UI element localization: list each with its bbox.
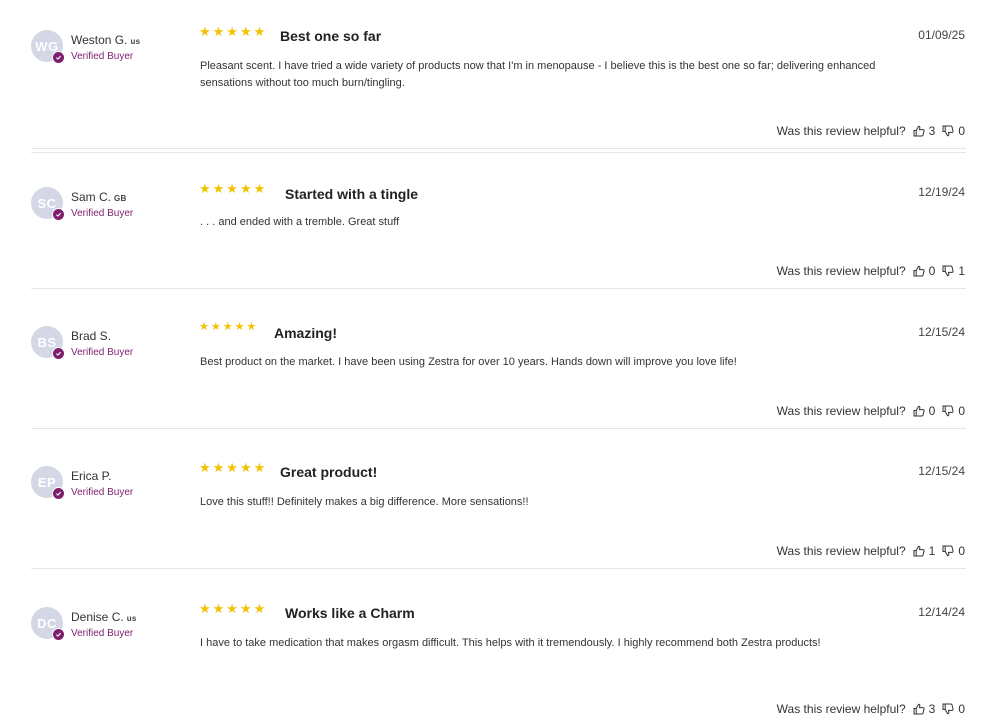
thumbs-down-icon[interactable] xyxy=(942,125,954,137)
review-body: Love this stuff!! Definitely makes a big… xyxy=(200,496,529,508)
review-card: SC Sam C. GB Verified Buyer ★★★★★ Started… xyxy=(0,153,1005,289)
helpful-prompt: Was this review helpful? xyxy=(776,264,906,278)
review-date: 12/14/24 xyxy=(918,605,965,619)
helpful-up-count: 3 xyxy=(928,702,936,716)
helpful-row: Was this review helpful? 0 0 xyxy=(777,404,965,418)
thumbs-up-icon[interactable] xyxy=(913,125,925,137)
helpful-prompt: Was this review helpful? xyxy=(776,702,906,716)
reviewer-name: Erica P. xyxy=(71,469,112,483)
star-rating: ★★★★★ xyxy=(199,460,268,475)
helpful-row: Was this review helpful? 3 0 xyxy=(777,124,965,138)
review-title: Started with a tingle xyxy=(285,186,419,202)
verified-buyer-label: Verified Buyer xyxy=(71,51,134,62)
star-rating: ★★★★★ xyxy=(199,181,268,196)
thumbs-down-icon[interactable] xyxy=(942,703,954,715)
reviewer-name: Denise C. us xyxy=(71,610,137,624)
thumbs-up-icon[interactable] xyxy=(913,265,925,277)
verified-buyer-label: Verified Buyer xyxy=(71,208,134,219)
review-date: 01/09/25 xyxy=(918,28,965,42)
reviewer-country: us xyxy=(126,614,137,623)
verified-buyer-label: Verified Buyer xyxy=(71,628,134,639)
thumbs-up-icon[interactable] xyxy=(913,703,925,715)
verified-check-icon xyxy=(52,347,65,360)
verified-check-icon xyxy=(52,487,65,500)
review-card: DC Denise C. us Verified Buyer ★★★★★ Work… xyxy=(0,569,1005,725)
review-date: 12/15/24 xyxy=(918,325,965,339)
helpful-up-count: 1 xyxy=(928,544,936,558)
helpful-down-count: 0 xyxy=(958,544,965,558)
verified-buyer-label: Verified Buyer xyxy=(71,487,134,498)
review-card: WG Weston G. us Verified Buyer ★★★★★ Best… xyxy=(0,0,1005,150)
star-rating: ★★★★★ xyxy=(199,24,268,39)
thumbs-up-icon[interactable] xyxy=(913,405,925,417)
reviewer-name: Weston G. us xyxy=(71,33,141,47)
star-rating: ★★★★★ xyxy=(199,321,259,333)
review-date: 12/15/24 xyxy=(918,464,965,478)
helpful-down-count: 0 xyxy=(958,404,965,418)
helpful-prompt: Was this review helpful? xyxy=(776,544,906,558)
helpful-down-count: 1 xyxy=(958,264,965,278)
helpful-up-count: 0 xyxy=(928,264,936,278)
reviewer-name: Sam C. GB xyxy=(71,190,127,204)
helpful-row: Was this review helpful? 0 1 xyxy=(777,264,965,278)
reviewer-country: GB xyxy=(114,194,127,203)
review-title: Great product! xyxy=(280,464,378,480)
review-body: . . . and ended with a tremble. Great st… xyxy=(200,216,400,228)
helpful-prompt: Was this review helpful? xyxy=(776,124,906,138)
review-date: 12/19/24 xyxy=(918,185,965,199)
helpful-down-count: 0 xyxy=(958,124,965,138)
reviewer-country: us xyxy=(130,37,141,46)
verified-check-icon xyxy=(52,628,65,641)
review-title: Best one so far xyxy=(280,28,382,44)
helpful-down-count: 0 xyxy=(958,702,965,716)
review-title: Amazing! xyxy=(274,325,337,341)
star-rating: ★★★★★ xyxy=(199,601,268,616)
helpful-up-count: 0 xyxy=(928,404,936,418)
helpful-row: Was this review helpful? 1 0 xyxy=(777,544,965,558)
review-body: Pleasant scent. I have tried a wide vari… xyxy=(200,60,876,89)
review-card: EP Erica P. Verified Buyer ★★★★★ Great p… xyxy=(0,429,1005,569)
reviewer-name: Brad S. xyxy=(71,329,112,343)
thumbs-up-icon[interactable] xyxy=(913,545,925,557)
helpful-prompt: Was this review helpful? xyxy=(776,404,906,418)
review-body: I have to take medication that makes org… xyxy=(200,637,821,649)
review-title: Works like a Charm xyxy=(285,605,415,621)
helpful-row: Was this review helpful? 3 0 xyxy=(777,702,965,716)
verified-buyer-label: Verified Buyer xyxy=(71,347,134,358)
thumbs-down-icon[interactable] xyxy=(942,405,954,417)
helpful-up-count: 3 xyxy=(928,124,936,138)
review-card: BS Brad S. Verified Buyer ★★★★★ Amazing!… xyxy=(0,289,1005,429)
verified-check-icon xyxy=(52,208,65,221)
thumbs-down-icon[interactable] xyxy=(942,265,954,277)
review-body: Best product on the market. I have been … xyxy=(200,356,737,368)
verified-check-icon xyxy=(52,51,65,64)
thumbs-down-icon[interactable] xyxy=(942,545,954,557)
divider xyxy=(31,148,966,149)
